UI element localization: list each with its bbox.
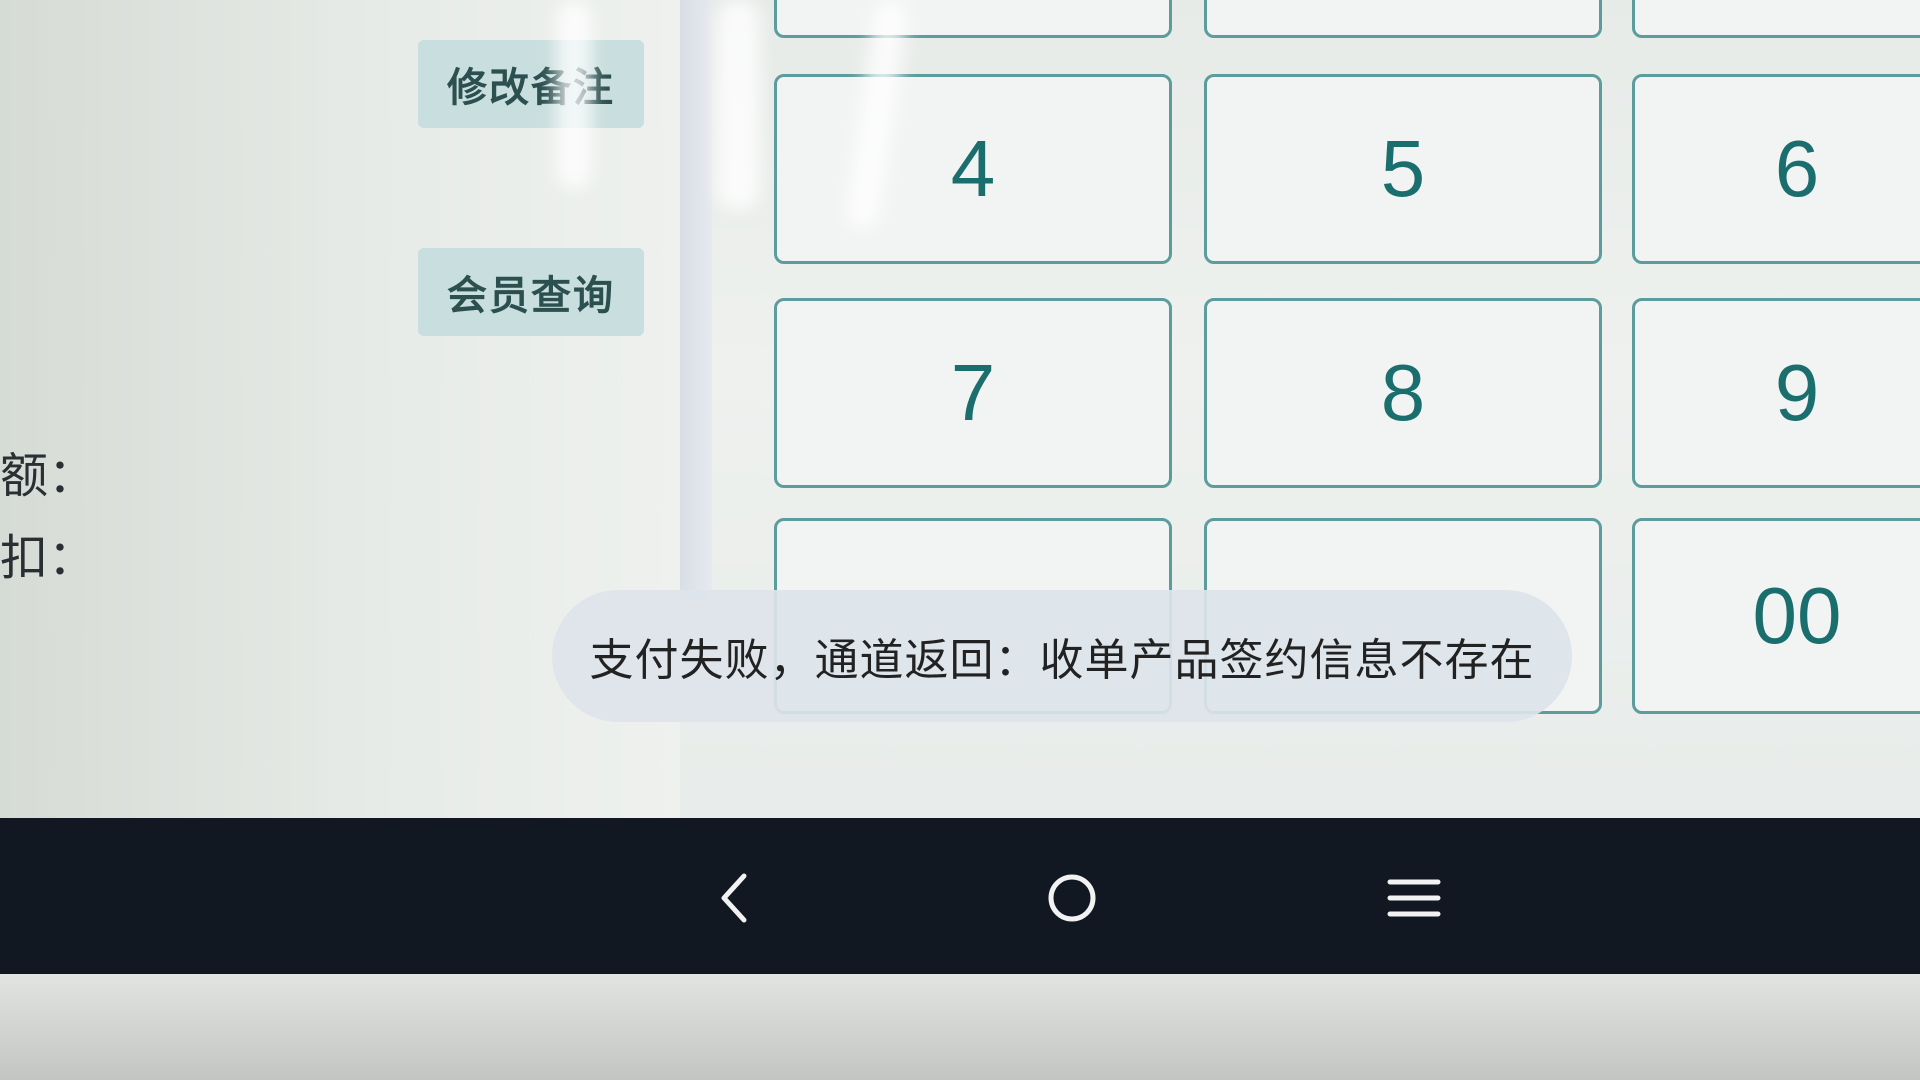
keypad-key-7[interactable]: 7	[774, 298, 1172, 488]
home-button[interactable]	[1022, 848, 1122, 948]
device-bezel	[0, 974, 1920, 1080]
screen-glare	[716, 0, 760, 210]
keypad-key-4[interactable]: 4	[774, 74, 1172, 264]
keypad-key-8[interactable]: 8	[1204, 298, 1602, 488]
keypad-key-6[interactable]: 6	[1632, 74, 1920, 264]
recent-apps-button[interactable]	[1364, 848, 1464, 948]
amount-label: 额：	[0, 448, 97, 504]
keypad-key-00[interactable]: 00	[1632, 518, 1920, 714]
discount-label: 扣：	[0, 530, 97, 586]
pos-screen: 修改备注 会员查询 额： 扣： 4 5 6 7 8 9 00 支付失败，通道返回…	[0, 0, 1920, 818]
system-nav-bar	[0, 818, 1920, 974]
member-query-button[interactable]: 会员查询	[418, 248, 644, 336]
keypad-key-top-1[interactable]	[774, 0, 1172, 38]
edit-note-button[interactable]: 修改备注	[418, 40, 644, 128]
screen-glare	[556, 0, 592, 190]
payment-error-toast: 支付失败，通道返回：收单产品签约信息不存在	[552, 590, 1572, 722]
keypad-key-top-3[interactable]	[1632, 0, 1920, 38]
back-button[interactable]	[686, 848, 786, 948]
keypad-key-9[interactable]: 9	[1632, 298, 1920, 488]
keypad-key-5[interactable]: 5	[1204, 74, 1602, 264]
circle-home-icon	[1048, 874, 1096, 922]
keypad-key-top-2[interactable]	[1204, 0, 1602, 38]
chevron-left-icon	[721, 873, 747, 923]
menu-lines-icon	[1387, 879, 1441, 917]
panel-divider	[680, 0, 712, 600]
